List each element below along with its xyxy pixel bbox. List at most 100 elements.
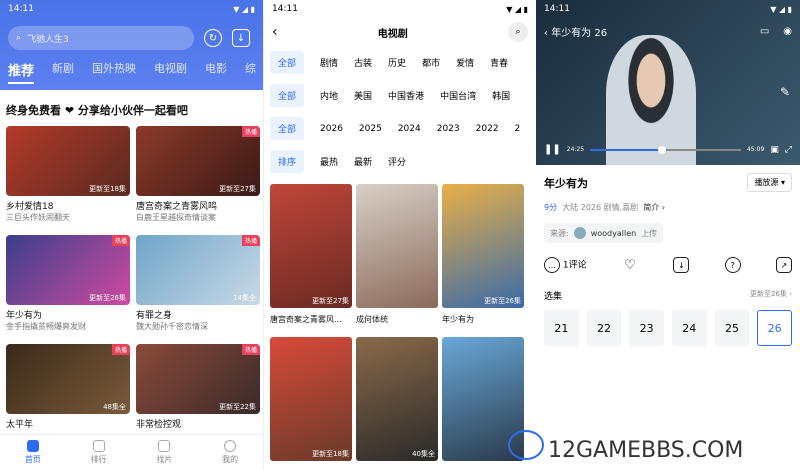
video-player[interactable]: 14:11 ▼ ◢ ▮ ‹ 年少有为 26 ▭ ◉ ✎ ❚❚ 24:25 45:09…	[536, 0, 800, 165]
update-text: 更新至26集	[750, 290, 787, 298]
video-card[interactable]: 热播 更新至26集 年少有为 金手指撬贫畅爆爽发财	[6, 235, 130, 338]
video-title: 年少有为 26	[551, 28, 608, 39]
filter-chip[interactable]: 韩国	[492, 89, 510, 102]
favorite-icon[interactable]: ♡	[622, 257, 638, 273]
episode-badge: 14集全	[233, 294, 256, 302]
user-icon	[224, 440, 237, 452]
episode-badge: 48集全	[103, 403, 126, 411]
intro-link[interactable]: 简介 ›	[643, 203, 665, 212]
filter-chip[interactable]: 中国台湾	[440, 89, 476, 102]
tab-foreign[interactable]: 国外热映	[92, 60, 136, 84]
tab-recommend[interactable]: 推荐	[8, 60, 35, 84]
filter-chip[interactable]: 2023	[437, 124, 460, 134]
episode-button[interactable]: 23	[629, 310, 664, 346]
total-time: 45:09	[746, 146, 765, 153]
source-button[interactable]: 播放源 ▾	[747, 173, 792, 192]
nav-home[interactable]: 首页	[25, 440, 41, 465]
tv-cast-icon[interactable]: ▭	[760, 26, 769, 37]
search-placeholder: 飞驰人生3	[27, 34, 69, 45]
history-icon[interactable]: ↻	[204, 29, 222, 47]
watermark-logo	[508, 430, 544, 460]
video-thumbnail: 更新至18集	[6, 126, 130, 196]
promo-banner: 终身免费看 ❤ 分享给小伙伴一起看吧	[6, 104, 188, 117]
episode-button[interactable]: 26	[757, 310, 793, 346]
nav-me[interactable]: 我的	[222, 440, 238, 465]
filter-chip[interactable]: 排序	[270, 150, 305, 173]
back-icon[interactable]: ‹	[272, 24, 278, 40]
avatar[interactable]: ◉	[783, 26, 792, 37]
comment-button[interactable]: … 1评论	[544, 257, 587, 273]
update-status[interactable]: 更新至26集 ›	[750, 289, 792, 302]
nav-rank[interactable]: 排行	[91, 440, 107, 465]
filter-chip[interactable]: 全部	[270, 51, 305, 74]
category-tabs: 推荐 新剧 国外热映 电视剧 电影 综	[0, 50, 263, 84]
filter-chip[interactable]: 剧情	[320, 56, 338, 69]
filter-chip[interactable]: 都市	[422, 56, 440, 69]
filter-chip[interactable]: 2026	[320, 124, 343, 134]
filter-chip[interactable]: 爱情	[456, 56, 474, 69]
poster-card[interactable]: 更新至27集 唐宫奇案之青雾风...	[270, 184, 352, 333]
episode-button[interactable]: 21	[544, 310, 579, 346]
filter-chip[interactable]: 古装	[354, 56, 372, 69]
video-card[interactable]: 热播 更新至22集 非常检控观	[136, 344, 260, 436]
filter-chip[interactable]: 最新	[354, 155, 372, 168]
filter-chip[interactable]: 2022	[476, 124, 499, 134]
poster-image: 更新至18集	[270, 337, 352, 461]
tab-tv[interactable]: 电视剧	[154, 60, 187, 84]
fullscreen-icon[interactable]: ⤢	[785, 145, 792, 155]
filter-rows: 全部 剧情 古装 历史 都市 爱情 青春 全部 内地 美国 中国香港 中国台湾 韩国 全部 2026 2025…	[264, 46, 536, 178]
filter-chip[interactable]: 评分	[388, 155, 406, 168]
filter-chip[interactable]: 内地	[320, 89, 338, 102]
download-icon[interactable]: ↓	[232, 29, 250, 47]
card-title: 年少有为	[6, 311, 43, 321]
episode-badge: 40集全	[412, 450, 435, 458]
video-card[interactable]: 热播 更新至27集 唐宫奇案之青雾风鸣 白鹿王星越探奇情谈案	[136, 126, 260, 229]
nav-find[interactable]: 找片	[156, 440, 172, 465]
download-icon[interactable]: ↓	[673, 257, 690, 273]
episode-badge: 更新至18集	[312, 450, 349, 458]
pip-icon[interactable]: ▣	[770, 145, 779, 155]
pause-icon[interactable]: ❚❚	[544, 144, 561, 155]
video-thumbnail: 热播 更新至22集	[136, 344, 260, 414]
help-icon[interactable]: ?	[724, 257, 741, 273]
episode-button[interactable]: 24	[671, 310, 707, 346]
filter-chip[interactable]: 2024	[398, 124, 421, 134]
episode-badge: 更新至26集	[484, 297, 521, 305]
home-icon	[26, 440, 39, 452]
filter-chip[interactable]: 2	[515, 124, 521, 134]
video-card[interactable]: 热播 14集全 有罪之身 魏大勋孙千密恋情深	[136, 235, 260, 338]
poster-card[interactable]: 40集全	[356, 337, 438, 470]
card-subtitle: 三巨头作妖闹翻天	[6, 213, 70, 222]
comment-icon: …	[544, 257, 560, 273]
video-card[interactable]: 热播 48集全 太平年	[6, 344, 130, 436]
filter-chip[interactable]: 历史	[388, 56, 406, 69]
filter-chip[interactable]: 2025	[359, 124, 382, 134]
nav-me-label: 我的	[222, 455, 239, 464]
filter-chip[interactable]: 青春	[490, 56, 508, 69]
home-screen: 14:11 ▼ ◢ ▮ ⌕ 飞驰人生3 ↻ ↓ 推荐 新剧 国外热映 电视剧 电影 …	[0, 0, 263, 470]
episode-button[interactable]: 25	[714, 310, 750, 346]
filter-chip[interactable]: 美国	[354, 89, 372, 102]
filter-chip[interactable]: 中国香港	[388, 89, 424, 102]
card-title: 乡村爱情18	[6, 202, 54, 212]
video-card[interactable]: 更新至18集乡村爱情18 三巨头作妖闹翻天	[6, 126, 130, 229]
tab-movie[interactable]: 电影	[205, 60, 227, 84]
hot-badge: 热播	[111, 344, 130, 355]
poster-card[interactable]: 更新至18集	[270, 337, 352, 470]
episode-button[interactable]: 22	[586, 310, 622, 346]
tab-variety[interactable]: 综	[245, 60, 256, 84]
source-label: 播放源	[754, 178, 779, 187]
search-icon[interactable]: ⌕	[507, 22, 528, 42]
filter-chip[interactable]: 全部	[270, 84, 305, 107]
poster-card[interactable]: 更新至26集 年少有为	[442, 184, 524, 333]
share-icon[interactable]: ↗	[775, 257, 792, 273]
progress-bar[interactable]	[590, 145, 741, 154]
poster-card[interactable]: 成何体统	[356, 184, 438, 333]
video-thumbnail: 热播 48集全	[6, 344, 130, 414]
edit-icon[interactable]: ✎	[780, 85, 790, 99]
tab-new[interactable]: 新剧	[52, 60, 74, 84]
filter-chip[interactable]: 全部	[270, 117, 305, 140]
status-icons: ▼ ◢ ▮	[233, 4, 255, 14]
search-input[interactable]: ⌕ 飞驰人生3	[8, 26, 194, 50]
filter-chip[interactable]: 最热	[320, 155, 338, 168]
